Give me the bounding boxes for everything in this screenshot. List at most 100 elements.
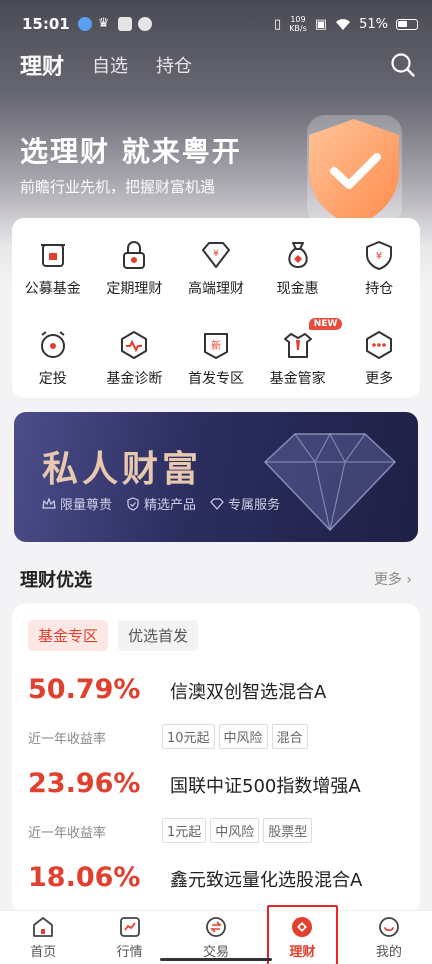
fund-tag: 股票型	[263, 818, 313, 843]
search-icon[interactable]	[390, 52, 416, 78]
suit-icon	[283, 333, 312, 358]
diamond-icon: ¥	[201, 242, 230, 268]
private-wealth-banner[interactable]: 私人财富 限量尊贵 精选产品 专属服务	[14, 412, 418, 542]
chevron-right-icon: ›	[406, 572, 412, 588]
net-speed-unit: KB/s	[289, 24, 307, 33]
new-badge-icon: 新	[203, 333, 228, 359]
nfc-icon: ▣	[314, 16, 328, 32]
crown-icon	[42, 496, 56, 509]
battery-icon	[396, 18, 418, 30]
shield-yuan-icon: ¥	[366, 241, 393, 270]
menu-label: 持仓	[365, 281, 394, 297]
fund-tag: 中风险	[218, 724, 268, 749]
menu-item-fixed-term[interactable]: 定期理财	[94, 218, 176, 308]
shield-check-icon	[127, 496, 139, 511]
home-icon	[33, 917, 54, 937]
fund-tags: 10元起 中风险 混合	[162, 724, 308, 749]
shield-check-icon	[307, 115, 402, 227]
more-link[interactable]: 更多 ›	[374, 569, 412, 589]
menu-item-fund-butler[interactable]: NEW 基金管家	[257, 308, 343, 398]
menu-label: 高端理财	[187, 281, 244, 297]
vibrate-icon: ▯	[274, 16, 282, 32]
more-label: 更多	[373, 572, 402, 588]
fund-rate: 23.96%	[28, 768, 141, 799]
bottom-tab-label: 我的	[375, 945, 402, 960]
svg-text:¥: ¥	[376, 251, 382, 262]
menu-card: 公募基金 定期理财 ¥ 高端理财 现金惠 ¥ 持仓 定投 基金诊断 新 首发专区	[12, 218, 420, 398]
bottom-tab-wealth[interactable]: 理财	[259, 905, 345, 964]
banner-tag: 精选产品	[126, 494, 196, 513]
menu-item-public-fund[interactable]: 公募基金	[12, 218, 94, 308]
battery-percent: 51%	[359, 16, 388, 32]
fund-rate-label: 近一年收益率	[28, 826, 107, 841]
menu-item-new-issue[interactable]: 新 首发专区	[175, 308, 257, 398]
status-right: ▯ 109 KB/s ▣ 51%	[274, 15, 418, 33]
fund-tags: 1元起 中风险 股票型	[162, 818, 313, 843]
banner-title: 私人财富	[42, 449, 203, 490]
net-speed-value: 109	[290, 15, 306, 24]
menu-label: 首发专区	[187, 371, 244, 387]
link-icon	[137, 17, 152, 31]
fund-chips: 基金专区 优选首发	[28, 620, 199, 651]
tab-holdings[interactable]: 持仓	[156, 52, 192, 78]
fund-item[interactable]: 18.06% 鑫元致远量化选股混合A	[28, 862, 408, 914]
app-notification-icon	[117, 17, 132, 31]
fund-name: 信澳双创智选混合A	[170, 682, 327, 703]
fund-rate: 18.06%	[28, 862, 141, 893]
menu-item-cash[interactable]: 现金惠	[257, 218, 339, 308]
bottom-tab-mine[interactable]: 我的	[346, 911, 432, 964]
status-bar: 15:01 ♛ ▯ 109 KB/s ▣ 51%	[0, 0, 432, 48]
banner-tag-label: 精选产品	[144, 498, 197, 513]
bottom-tab-label: 首页	[30, 945, 57, 960]
section-header: 理财优选 更多 ›	[20, 566, 412, 592]
bottom-tab-label: 行情	[116, 945, 143, 960]
status-app-icons: ♛	[77, 16, 152, 31]
fund-tag: 混合	[271, 724, 308, 749]
status-time: 15:01	[22, 15, 70, 33]
diamond-icon	[210, 497, 224, 510]
top-nav: 理财 自选 持仓	[20, 50, 416, 80]
bottom-tab-trade[interactable]: 交易	[173, 911, 259, 964]
fund-name: 鑫元致远量化选股混合A	[170, 870, 363, 891]
alarm-clock-icon	[40, 331, 65, 358]
banner-tag: 限量尊贵	[42, 494, 112, 513]
crown-icon: ♛	[97, 16, 110, 31]
fund-item[interactable]: 23.96% 国联中证500指数增强A 近一年收益率 1元起 中风险 股票型	[28, 768, 408, 860]
fund-name: 国联中证500指数增强A	[170, 776, 361, 797]
chip-new-issue[interactable]: 优选首发	[118, 620, 199, 651]
fund-tag: 中风险	[210, 818, 260, 843]
fund-tag: 1元起	[162, 818, 207, 843]
menu-item-premium[interactable]: ¥ 高端理财	[175, 218, 257, 308]
tab-wealth[interactable]: 理财	[20, 49, 64, 81]
fund-rate: 50.79%	[28, 674, 141, 705]
section-title: 理财优选	[20, 570, 92, 591]
smile-icon	[378, 917, 399, 937]
notification-icon	[77, 17, 92, 31]
menu-label: 公募基金	[24, 281, 81, 297]
menu-item-auto-invest[interactable]: 定投	[12, 308, 94, 398]
home-indicator	[160, 958, 272, 961]
tab-watchlist[interactable]: 自选	[92, 52, 128, 78]
wifi-icon	[336, 19, 351, 30]
chip-fund-zone[interactable]: 基金专区	[28, 620, 109, 651]
menu-label: 定期理财	[106, 281, 163, 297]
svg-text:新: 新	[211, 339, 221, 352]
pulse-icon	[121, 331, 148, 359]
chart-icon	[119, 917, 140, 937]
menu-item-diagnosis[interactable]: 基金诊断	[94, 308, 176, 398]
new-badge: NEW	[308, 318, 343, 330]
hero-subtitle: 前瞻行业先机，把握财富机遇	[20, 178, 216, 196]
highlight-frame	[267, 905, 338, 964]
bottom-tab-home[interactable]: 首页	[0, 911, 86, 964]
bottom-tab-market[interactable]: 行情	[86, 911, 172, 964]
fund-jar-icon	[40, 244, 65, 267]
fund-tag: 10元起	[162, 724, 215, 749]
bottom-tab-bar: 首页 行情 交易 理财 我的	[0, 905, 432, 964]
net-speed: 109 KB/s	[289, 15, 307, 33]
fund-list-card: 基金专区 优选首发 50.79% 信澳双创智选混合A 近一年收益率 10元起 中…	[12, 604, 420, 914]
fund-item[interactable]: 50.79% 信澳双创智选混合A 近一年收益率 10元起 中风险 混合	[28, 674, 408, 766]
gem-illustration-icon	[263, 432, 397, 532]
menu-item-holdings[interactable]: ¥ 持仓	[338, 218, 420, 308]
banner-tag-label: 限量尊贵	[60, 498, 113, 513]
menu-item-more[interactable]: 更多	[338, 308, 420, 398]
